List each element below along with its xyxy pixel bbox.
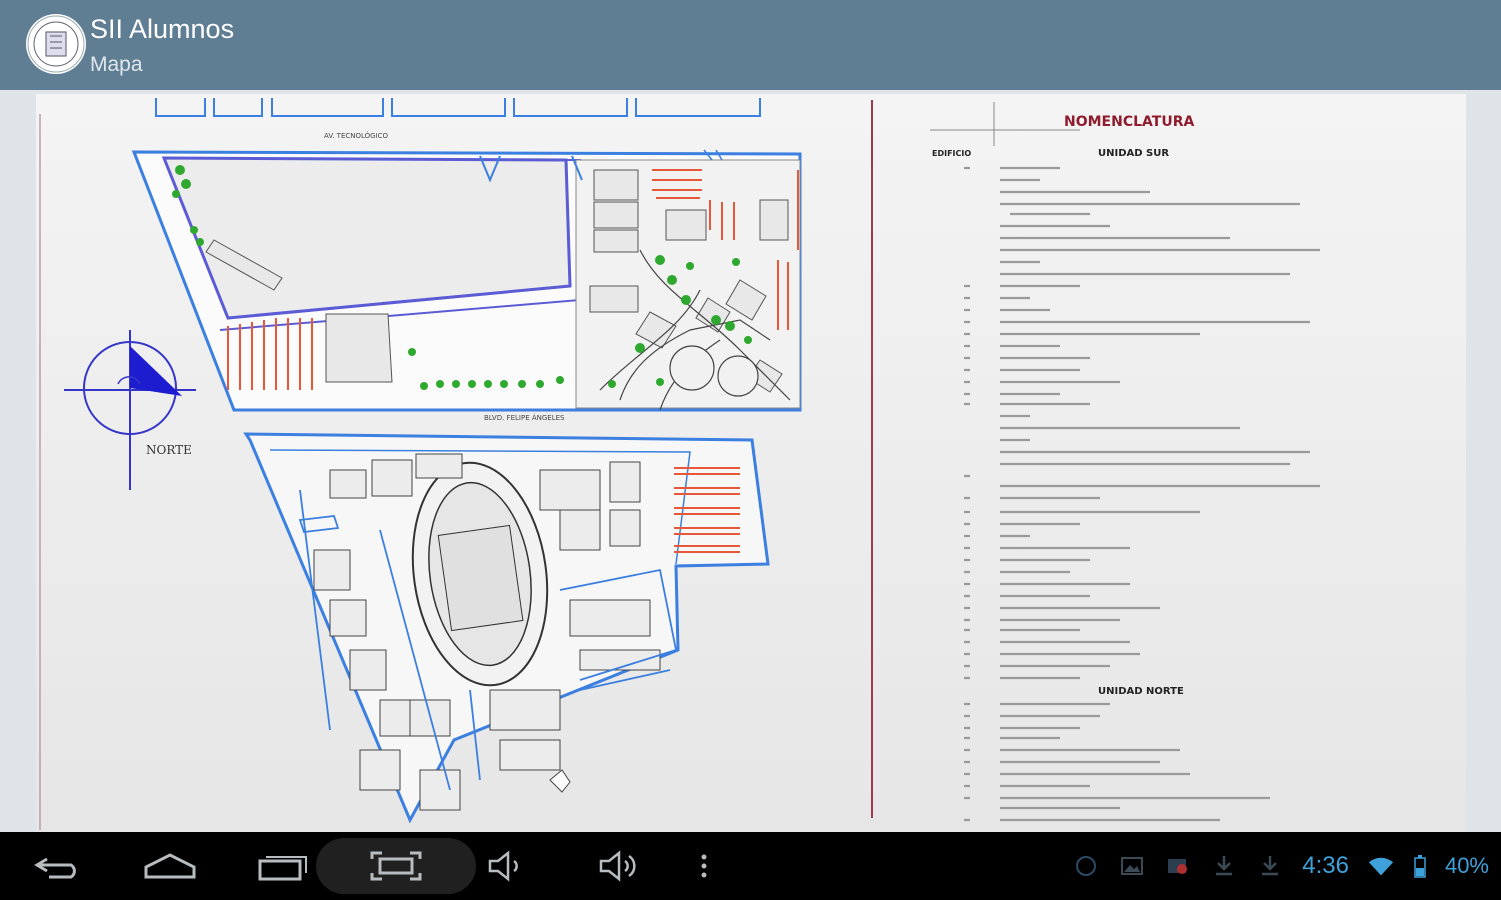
notification-app-icon (1072, 852, 1100, 880)
wifi-icon (1367, 852, 1395, 880)
volume-up-icon (599, 850, 636, 882)
legend-unit-norte: UNIDAD NORTE (1098, 686, 1184, 697)
svg-text:BLVD. FELIPE ÁNGELES: BLVD. FELIPE ÁNGELES (484, 413, 565, 422)
app-logo[interactable] (26, 14, 86, 74)
back-button[interactable] (18, 838, 98, 894)
home-button[interactable] (130, 838, 210, 894)
app-notification-icon (1164, 852, 1192, 880)
legend-heading: NOMENCLATURA (1064, 114, 1194, 130)
app-bar: SII Alumnos Mapa (0, 0, 1501, 90)
back-icon (34, 857, 76, 879)
battery-percentage: 40% (1444, 853, 1489, 878)
image-notification-icon (1118, 852, 1146, 880)
campus-map[interactable]: AV. TECNOLÓGICO BLVD. FELIPE ÁNGELES NOR… (0, 90, 1501, 832)
volume-up-button[interactable] (580, 838, 660, 894)
screenshot-button[interactable] (316, 838, 476, 894)
status-area[interactable]: 4:36 40% (1072, 832, 1489, 900)
status-clock: 4:36 (1302, 852, 1349, 879)
download-icon (1210, 852, 1238, 880)
download-icon-2 (1256, 852, 1284, 880)
north-label: NORTE (146, 443, 192, 457)
more-vertical-icon (701, 854, 707, 878)
system-navigation-bar: 4:36 40% (0, 832, 1501, 900)
app-title: SII Alumnos (90, 14, 235, 44)
svg-text:AV. TECNOLÓGICO: AV. TECNOLÓGICO (324, 131, 389, 140)
volume-down-button[interactable] (466, 838, 546, 894)
overflow-menu-button[interactable] (664, 838, 744, 894)
battery-icon (1413, 852, 1427, 880)
volume-down-icon (488, 850, 518, 882)
home-icon (144, 853, 196, 879)
recent-apps-icon (258, 856, 307, 881)
legend-unit-sur: UNIDAD SUR (1098, 148, 1169, 159)
legend-column-label: EDIFICIO (932, 149, 971, 158)
recent-apps-button[interactable] (244, 838, 324, 894)
map-viewport[interactable]: AV. TECNOLÓGICO BLVD. FELIPE ÁNGELES NOR… (0, 90, 1501, 832)
screenshot-icon (370, 851, 422, 881)
app-subtitle: Mapa (90, 53, 143, 76)
